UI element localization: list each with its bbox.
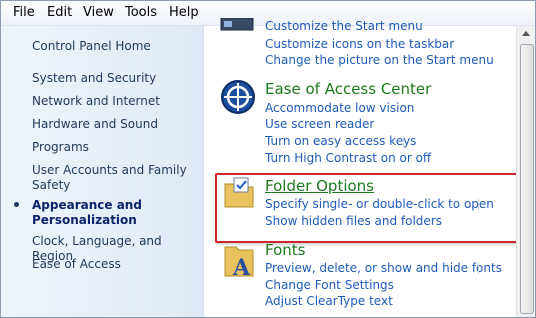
taskbar-icon xyxy=(220,18,254,31)
link-specify-click-to-open[interactable]: Specify single- or double-click to open xyxy=(265,197,494,211)
link-use-screen-reader[interactable]: Use screen reader xyxy=(265,117,374,131)
link-change-start-picture[interactable]: Change the picture on the Start menu xyxy=(265,53,494,67)
link-adjust-cleartype[interactable]: Adjust ClearType text xyxy=(265,294,393,308)
current-item-bullet-icon xyxy=(14,202,19,207)
sidebar-item-programs[interactable]: Programs xyxy=(32,140,197,155)
vertical-scrollbar[interactable] xyxy=(516,26,535,317)
link-customize-taskbar-icons[interactable]: Customize icons on the taskbar xyxy=(265,37,454,51)
heading-fonts[interactable]: Fonts xyxy=(265,241,305,259)
menu-view[interactable]: View xyxy=(83,5,114,20)
scrollbar-thumb[interactable] xyxy=(520,44,534,314)
separator xyxy=(478,263,479,274)
link-preview-fonts[interactable]: Preview, delete, or show and hide fonts xyxy=(265,261,502,275)
link-high-contrast[interactable]: Turn High Contrast on or off xyxy=(265,151,431,165)
link-accommodate-low-vision[interactable]: Accommodate low vision xyxy=(265,101,414,115)
link-change-font-settings[interactable]: Change Font Settings xyxy=(265,278,394,292)
sidebar-item-system-security[interactable]: System and Security xyxy=(32,71,197,86)
menu-tools[interactable]: Tools xyxy=(125,5,157,20)
sidebar-item-appearance[interactable]: Appearance and Personalization xyxy=(32,198,197,228)
menu-file[interactable]: File xyxy=(13,5,35,20)
sidebar-item-network-internet[interactable]: Network and Internet xyxy=(32,94,197,109)
sidebar-item-hardware-sound[interactable]: Hardware and Sound xyxy=(32,117,197,132)
menu-help[interactable]: Help xyxy=(169,5,199,20)
folder-options-icon xyxy=(224,177,254,208)
sidebar-item-ease-of-access[interactable]: Ease of Access xyxy=(32,257,197,272)
separator xyxy=(403,136,404,147)
svg-text:A: A xyxy=(232,255,251,281)
menu-edit[interactable]: Edit xyxy=(47,5,72,20)
ease-of-access-icon xyxy=(221,80,255,114)
link-easy-access-keys[interactable]: Turn on easy access keys xyxy=(265,134,416,148)
separator xyxy=(478,199,479,210)
sidebar-item-control-panel-home[interactable]: Control Panel Home xyxy=(32,39,197,54)
heading-folder-options[interactable]: Folder Options xyxy=(265,177,374,195)
heading-ease-of-access[interactable]: Ease of Access Center xyxy=(265,80,431,98)
fonts-icon: A xyxy=(224,246,254,281)
link-customize-start-menu[interactable]: Customize the Start menu xyxy=(265,19,423,33)
control-panel-window: File Edit View Tools Help Control Panel … xyxy=(0,0,536,318)
scroll-up-arrow-icon[interactable] xyxy=(522,31,530,36)
link-show-hidden-files[interactable]: Show hidden files and folders xyxy=(265,214,442,228)
main-content: Customize the Start menu Customize icons… xyxy=(204,18,518,317)
sidebar-item-user-accounts[interactable]: User Accounts and Family Safety xyxy=(32,163,197,193)
sidebar: Control Panel Home System and Security N… xyxy=(1,26,204,317)
